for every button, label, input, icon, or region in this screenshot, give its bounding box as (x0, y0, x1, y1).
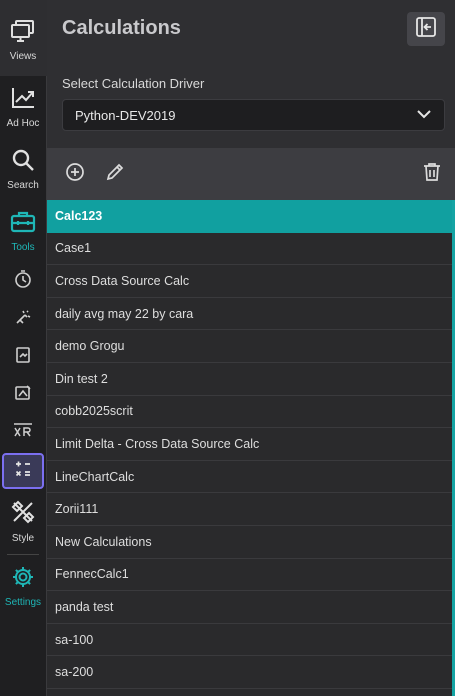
driver-select[interactable]: Python-DEV2019 (62, 99, 445, 131)
driver-label: Select Calculation Driver (62, 76, 205, 91)
search-icon (11, 148, 35, 177)
list-item[interactable]: Din test 2 (47, 363, 452, 396)
gear-icon (11, 565, 35, 594)
page-title: Calculations (62, 17, 181, 39)
rail-adhoc[interactable]: Ad Hoc (0, 76, 47, 138)
calculator-icon (13, 459, 33, 484)
xr-icon (12, 422, 34, 444)
delete-calculation-button[interactable] (419, 161, 445, 187)
list-item-label: Calc123 (55, 208, 103, 223)
add-circle-icon (65, 162, 85, 187)
rail-views[interactable]: Views (0, 0, 47, 76)
collapse-panel-icon (415, 16, 437, 43)
collapse-panel-button[interactable] (407, 12, 445, 46)
list-item[interactable]: New Calculations (47, 526, 452, 559)
style-tools-icon (10, 499, 36, 530)
list-item[interactable]: panda test (47, 591, 452, 624)
list-item-label: panda test (55, 599, 114, 614)
list-item-label: demo Grogu (55, 339, 125, 354)
rail-magic[interactable] (0, 300, 47, 338)
app-root: Views Ad Hoc Search Tools Style Settings… (0, 0, 455, 696)
edit-calculation-button[interactable] (102, 161, 128, 187)
list-item[interactable]: demo Grogu (47, 330, 452, 363)
trash-icon (423, 162, 441, 187)
list-item[interactable]: sa-200 (47, 656, 452, 689)
rail-adhoc-label: Ad Hoc (6, 117, 40, 129)
list-item-label: sa-100 (55, 632, 94, 647)
pencil-icon (105, 162, 125, 187)
list-item-label: daily avg may 22 by cara (55, 306, 194, 321)
toolbox-icon (10, 210, 36, 239)
list-item[interactable]: Case1 (47, 233, 452, 266)
notebook-icon (14, 346, 32, 369)
rail-notebook[interactable] (0, 338, 47, 376)
rail-tools-label: Tools (11, 241, 35, 253)
calculations-panel: Calculations Select Calculation Driver P… (47, 0, 455, 696)
rail-calculations[interactable] (2, 453, 44, 489)
rail-search[interactable]: Search (0, 138, 47, 200)
list-item-label: Limit Delta - Cross Data Source Calc (55, 436, 260, 451)
calculations-list: Calc123 Case1 Cross Data Source Calc daily … (47, 200, 455, 696)
list-item[interactable]: FennecCalc1 (47, 559, 452, 592)
rail-settings-label: Settings (4, 596, 42, 608)
list-item[interactable]: sa-100 (47, 624, 452, 657)
list-item-label: Zorii111 (55, 502, 99, 517)
line-chart-icon (10, 86, 36, 115)
list-item-label: FennecCalc1 (55, 567, 129, 582)
magic-wand-icon (14, 308, 32, 331)
rail-style-label: Style (11, 532, 35, 544)
list-item[interactable]: Cross Data Source Calc (47, 265, 452, 298)
rail-style[interactable]: Style (0, 490, 47, 552)
list-item-label: Case1 (55, 241, 92, 256)
list-item-label: Cross Data Source Calc (55, 273, 190, 288)
list-item[interactable]: daily avg may 22 by cara (47, 298, 452, 331)
timer-icon (14, 269, 32, 293)
left-rail: Views Ad Hoc Search Tools Style Settings (0, 0, 47, 696)
list-item[interactable]: Limit Delta - Cross Data Source Calc (47, 428, 452, 461)
gauge-icon (14, 384, 32, 407)
views-icon (10, 19, 36, 48)
list-item-label: New Calculations (55, 534, 152, 549)
chevron-down-icon (416, 106, 432, 124)
rail-gauge[interactable] (0, 376, 47, 414)
rail-search-label: Search (7, 179, 39, 191)
rail-divider (7, 554, 39, 555)
rail-tools[interactable]: Tools (0, 200, 47, 262)
list-item-label: cobb2025scrit (55, 404, 133, 419)
rail-xr[interactable] (0, 414, 47, 452)
list-item-label: Din test 2 (55, 371, 108, 386)
driver-select-value: Python-DEV2019 (75, 107, 176, 123)
rail-views-label: Views (9, 50, 37, 62)
rail-timer[interactable] (0, 262, 47, 300)
list-item[interactable]: Zorii111 (47, 493, 452, 526)
list-toolbar (47, 148, 455, 200)
list-item-label: sa-200 (55, 665, 94, 680)
list-item[interactable]: cobb2025scrit (47, 396, 452, 429)
add-calculation-button[interactable] (62, 161, 88, 187)
list-item[interactable]: LineChartCalc (47, 461, 452, 494)
list-item[interactable]: Calc123 (47, 200, 452, 233)
panel-header: Calculations Select Calculation Driver P… (47, 0, 455, 148)
list-item-label: LineChartCalc (55, 469, 135, 484)
rail-settings[interactable]: Settings (0, 557, 47, 615)
